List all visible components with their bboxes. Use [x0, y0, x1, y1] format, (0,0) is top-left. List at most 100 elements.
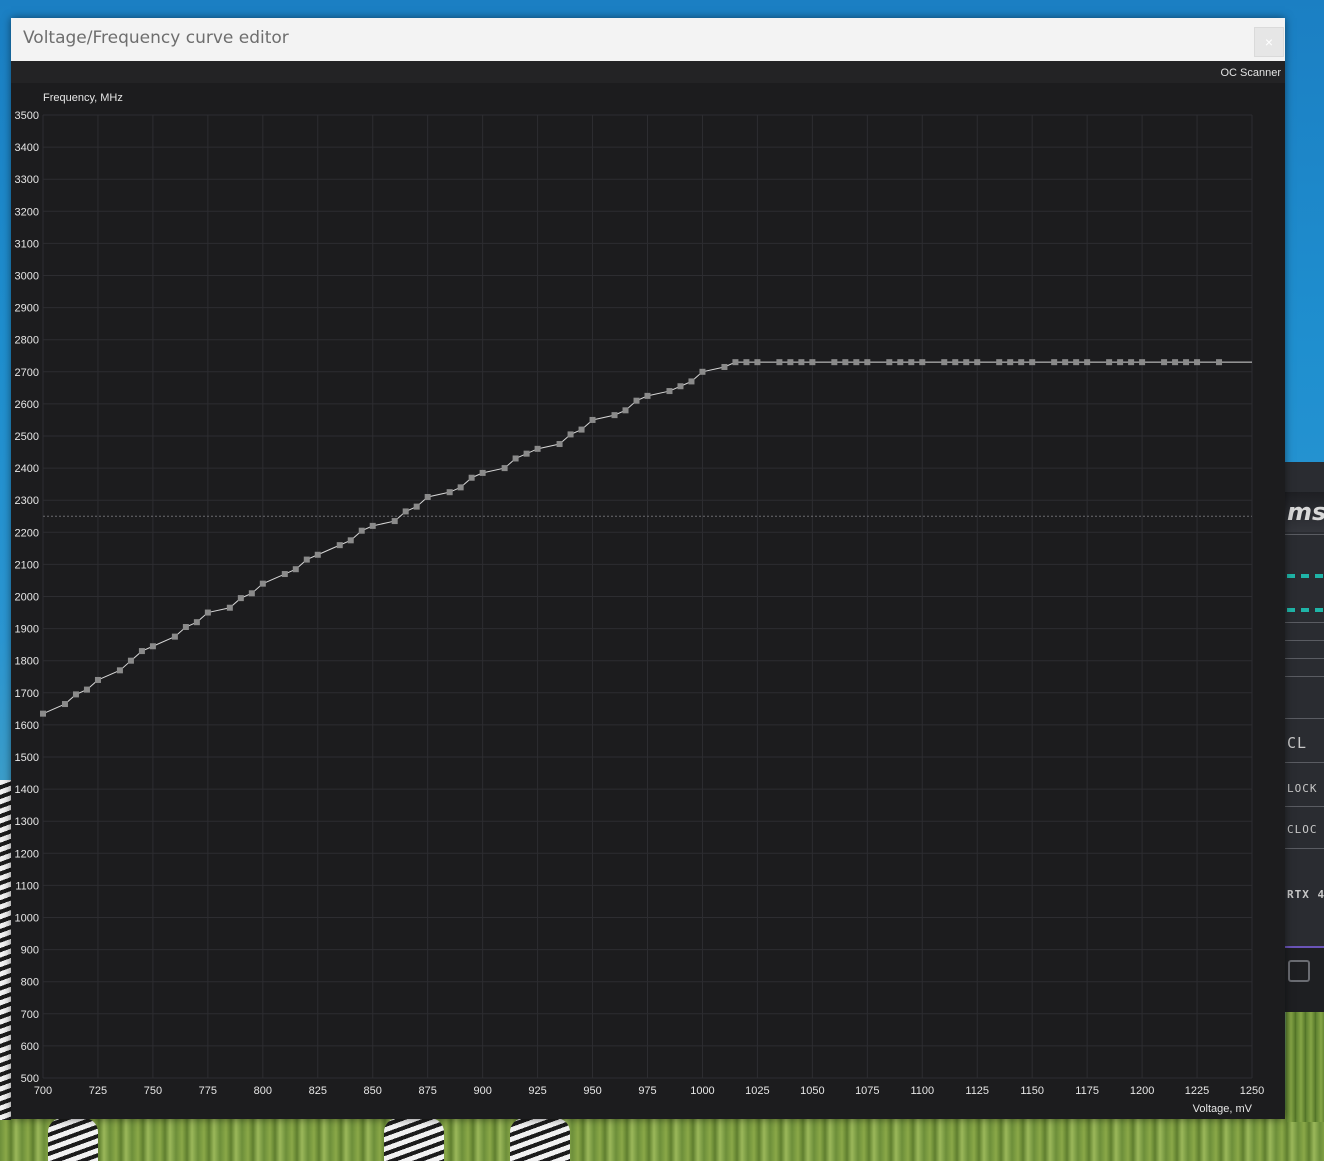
x-tick-label: 1175 — [1075, 1085, 1099, 1097]
curve-chart-area[interactable]: 500 600 700 800 900 1000 1100 1200 1300 1400 1500 1… — [11, 83, 1285, 1119]
x-tick-label: 750 — [144, 1085, 162, 1097]
curve-point-handle[interactable] — [556, 441, 563, 448]
curve-point-handle[interactable] — [809, 359, 816, 366]
curve-point-handle[interactable] — [1172, 359, 1179, 366]
curve-point-handle[interactable] — [314, 551, 321, 558]
msi-divider — [1285, 806, 1324, 807]
curve-point-handle[interactable] — [1194, 359, 1201, 366]
curve-point-handle[interactable] — [666, 388, 673, 395]
curve-point-handle[interactable] — [61, 701, 68, 708]
curve-point-handle[interactable] — [534, 445, 541, 452]
curve-point-handle[interactable] — [259, 580, 266, 587]
curve-point-handle[interactable] — [138, 648, 145, 655]
msi-core-slider-bar[interactable] — [1287, 574, 1323, 578]
curve-point-handle[interactable] — [457, 484, 464, 491]
curve-point-handle[interactable] — [149, 643, 156, 650]
curve-point-handle[interactable] — [919, 359, 926, 366]
curve-point-handle[interactable] — [798, 359, 805, 366]
curve-point-handle[interactable] — [1084, 359, 1091, 366]
curve-point-handle[interactable] — [699, 368, 706, 375]
curve-point-handle[interactable] — [248, 590, 255, 597]
curve-point-handle[interactable] — [193, 619, 200, 626]
curve-points[interactable] — [40, 359, 1223, 717]
curve-point-handle[interactable] — [446, 489, 453, 496]
curve-point-handle[interactable] — [688, 378, 695, 385]
curve-point-handle[interactable] — [886, 359, 893, 366]
curve-point-handle[interactable] — [72, 691, 79, 698]
curve-point-handle[interactable] — [743, 359, 750, 366]
close-button[interactable]: × — [1254, 27, 1284, 57]
curve-point-handle[interactable] — [182, 623, 189, 630]
curve-point-handle[interactable] — [402, 508, 409, 515]
curve-point-handle[interactable] — [336, 542, 343, 549]
curve-point-handle[interactable] — [567, 431, 574, 438]
save-disk-icon[interactable] — [1288, 960, 1310, 982]
curve-point-handle[interactable] — [732, 359, 739, 366]
curve-point-handle[interactable] — [721, 363, 728, 370]
curve-point-handle[interactable] — [1183, 359, 1190, 366]
curve-point-handle[interactable] — [864, 359, 871, 366]
msi-afterburner-window[interactable]: msi CL LOCK CLOC RTX 4 — [1284, 462, 1324, 1012]
curve-point-handle[interactable] — [171, 633, 178, 640]
curve-point-handle[interactable] — [116, 667, 123, 674]
curve-point-handle[interactable] — [611, 412, 618, 419]
curve-point-handle[interactable] — [413, 503, 420, 510]
curve-point-handle[interactable] — [974, 359, 981, 366]
curve-point-handle[interactable] — [391, 518, 398, 525]
curve-point-handle[interactable] — [1117, 359, 1124, 366]
curve-point-handle[interactable] — [347, 537, 354, 544]
curve-point-handle[interactable] — [479, 469, 486, 476]
curve-point-handle[interactable] — [578, 426, 585, 433]
curve-point-handle[interactable] — [952, 359, 959, 366]
msi-memory-slider-bar[interactable] — [1287, 608, 1323, 612]
curve-point-handle[interactable] — [1216, 359, 1223, 366]
window-titlebar[interactable]: Voltage/Frequency curve editor × — [11, 18, 1285, 61]
curve-point-handle[interactable] — [1062, 359, 1069, 366]
curve-point-handle[interactable] — [1106, 359, 1113, 366]
curve-point-handle[interactable] — [963, 359, 970, 366]
curve-point-handle[interactable] — [908, 359, 915, 366]
curve-point-handle[interactable] — [204, 609, 211, 616]
curve-point-handle[interactable] — [677, 383, 684, 390]
curve-point-handle[interactable] — [1029, 359, 1036, 366]
curve-point-handle[interactable] — [303, 556, 310, 563]
curve-point-handle[interactable] — [622, 407, 629, 414]
curve-point-handle[interactable] — [501, 465, 508, 472]
curve-point-handle[interactable] — [369, 522, 376, 529]
curve-point-handle[interactable] — [1128, 359, 1135, 366]
curve-point-handle[interactable] — [996, 359, 1003, 366]
curve-point-handle[interactable] — [226, 604, 233, 611]
curve-point-handle[interactable] — [1051, 359, 1058, 366]
curve-point-handle[interactable] — [787, 359, 794, 366]
curve-point-handle[interactable] — [633, 397, 640, 404]
curve-point-handle[interactable] — [40, 710, 46, 717]
curve-point-handle[interactable] — [831, 359, 838, 366]
oc-scanner-button[interactable]: OC Scanner — [1220, 67, 1281, 79]
curve-point-handle[interactable] — [358, 527, 365, 534]
msi-divider — [1285, 534, 1324, 535]
curve-point-handle[interactable] — [512, 455, 519, 462]
curve-point-handle[interactable] — [1018, 359, 1025, 366]
curve-point-handle[interactable] — [523, 450, 530, 457]
curve-point-handle[interactable] — [853, 359, 860, 366]
curve-point-handle[interactable] — [237, 595, 244, 602]
curve-point-handle[interactable] — [127, 657, 134, 664]
vf-curve-chart[interactable]: 500 600 700 800 900 1000 1100 1200 1300 1400 1500 1… — [11, 83, 1285, 1119]
curve-point-handle[interactable] — [1139, 359, 1146, 366]
curve-point-handle[interactable] — [754, 359, 761, 366]
curve-point-handle[interactable] — [1073, 359, 1080, 366]
curve-point-handle[interactable] — [897, 359, 904, 366]
curve-point-handle[interactable] — [1161, 359, 1168, 366]
curve-point-handle[interactable] — [83, 686, 90, 693]
curve-point-handle[interactable] — [94, 676, 101, 683]
curve-point-handle[interactable] — [281, 571, 288, 578]
curve-point-handle[interactable] — [1007, 359, 1014, 366]
curve-point-handle[interactable] — [589, 416, 596, 423]
curve-point-handle[interactable] — [424, 493, 431, 500]
curve-point-handle[interactable] — [468, 474, 475, 481]
curve-point-handle[interactable] — [644, 392, 651, 399]
curve-point-handle[interactable] — [292, 566, 299, 573]
curve-point-handle[interactable] — [842, 359, 849, 366]
curve-point-handle[interactable] — [941, 359, 948, 366]
curve-point-handle[interactable] — [776, 359, 783, 366]
